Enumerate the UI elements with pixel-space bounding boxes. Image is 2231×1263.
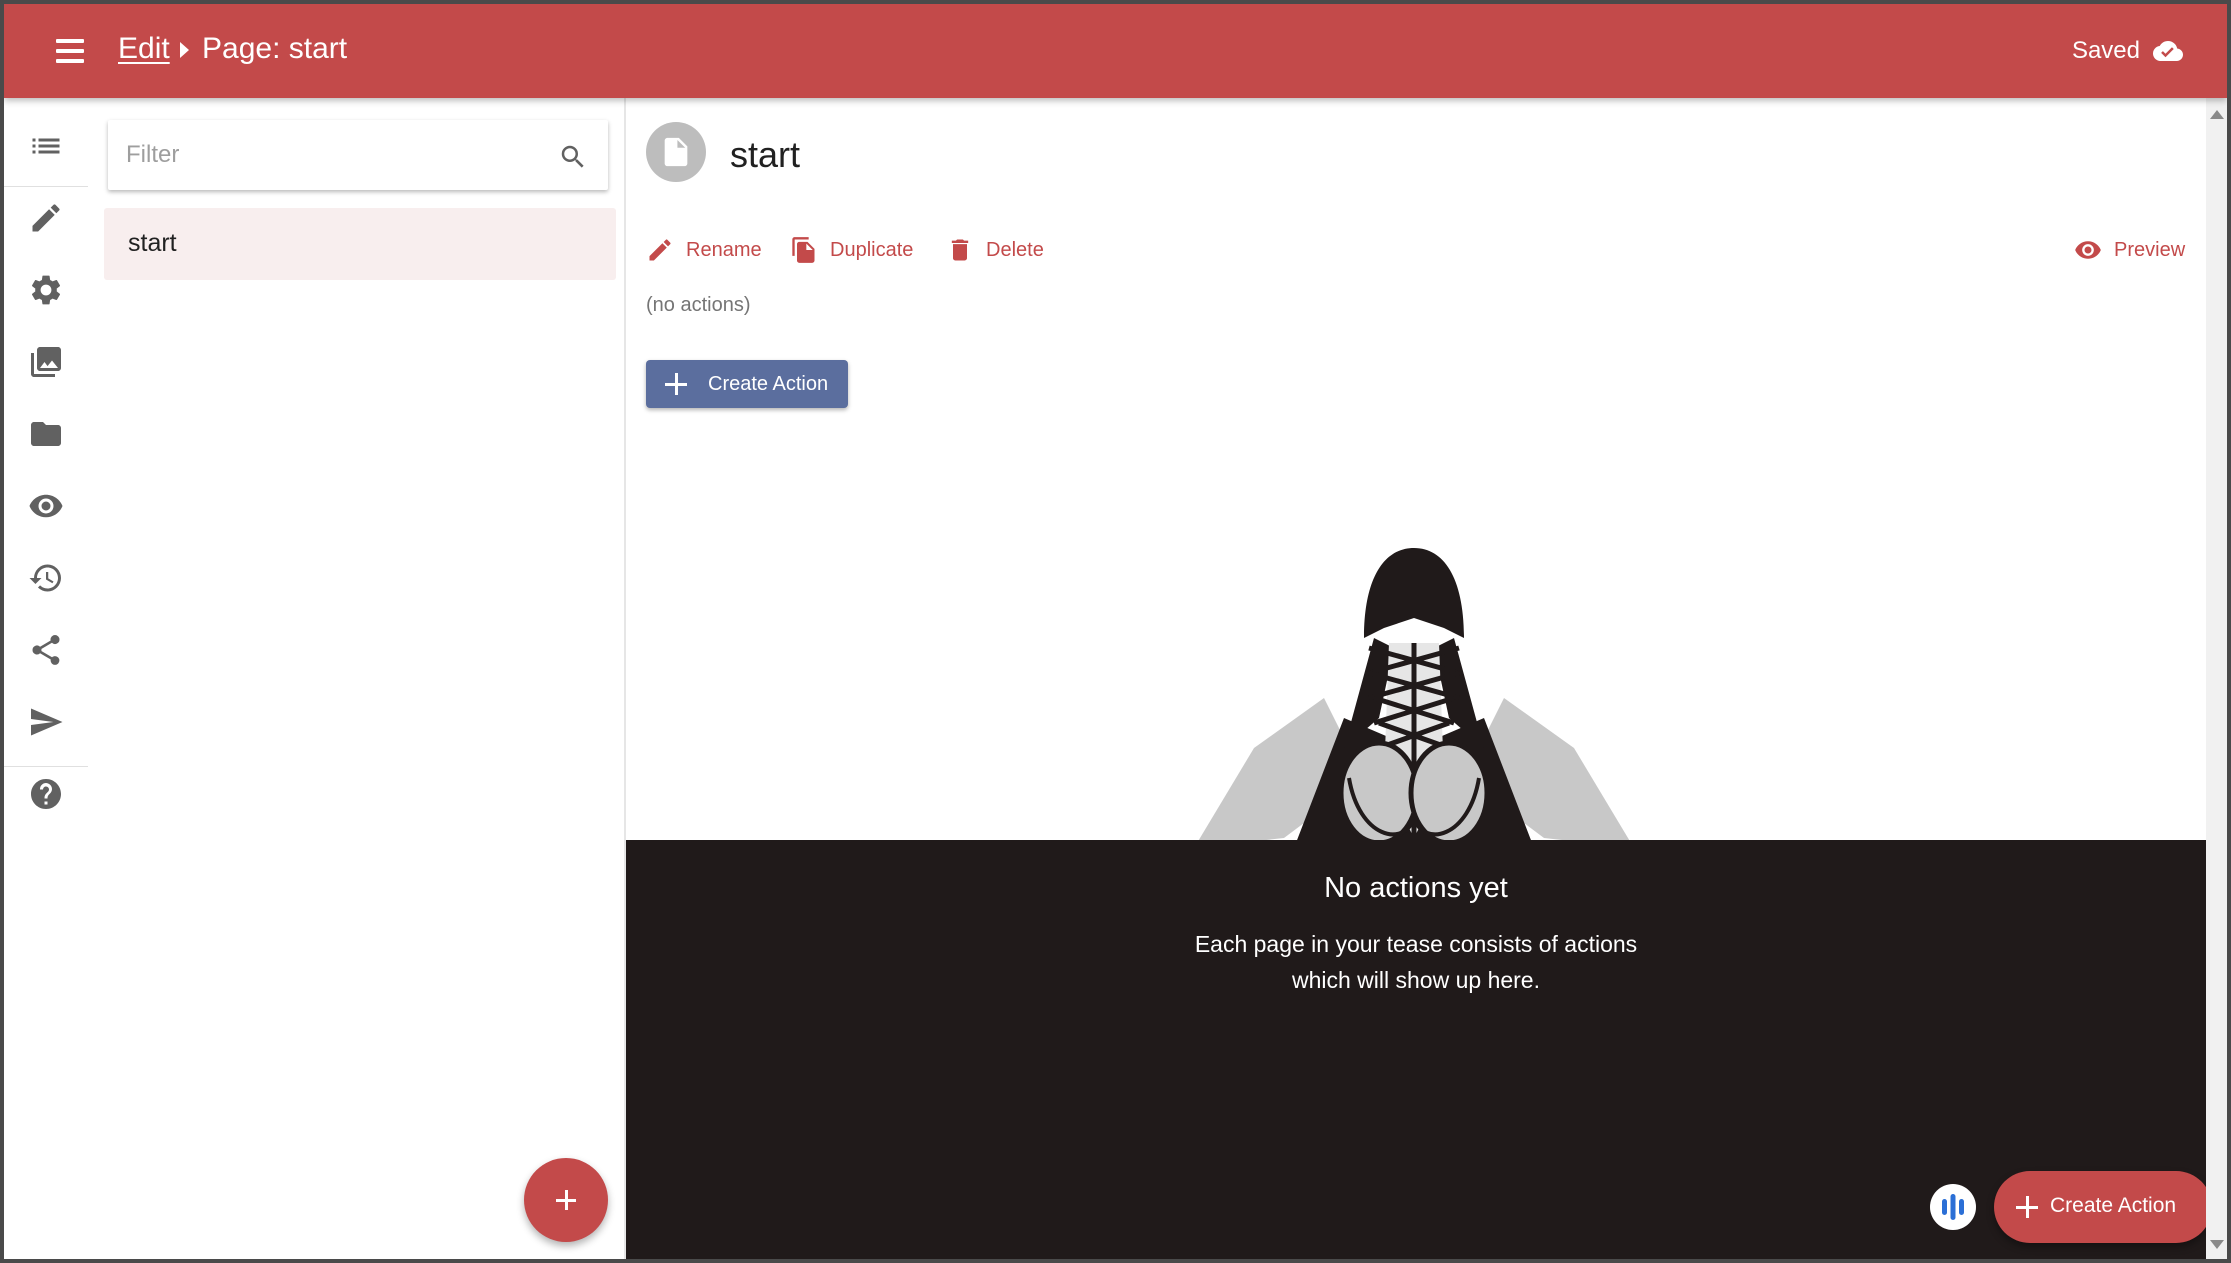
page-editor: start Rename Duplicate Delete Preview (n… [626,98,2212,1259]
create-action-fab-label: Create Action [2050,1194,2177,1217]
page-list-item-label: start [128,229,177,257]
empty-state-description: Each page in your tease consists of acti… [1194,931,1638,993]
delete-button[interactable]: Delete [946,232,1044,268]
page-title: start [730,134,801,175]
hamburger-menu-button[interactable] [52,35,88,67]
app-window: Edit Page: start Saved Filter start star… [4,4,2227,1259]
document-icon [664,137,688,167]
plus-icon [664,372,688,396]
empty-state-illustration [1194,548,1634,848]
save-status-label: Saved [2071,37,2140,64]
audio-bars-icon [1942,1194,1964,1220]
history-icon[interactable] [28,560,64,596]
duplicate-label: Duplicate [830,238,914,261]
vertical-scrollbar[interactable] [2206,98,2227,1259]
folder-icon[interactable] [28,416,64,452]
share-icon[interactable] [28,632,64,668]
no-actions-text: (no actions) [646,294,751,316]
add-page-button[interactable] [524,1158,608,1242]
eye-icon[interactable] [28,488,64,524]
breadcrumb-caret-icon [180,42,189,58]
search-icon[interactable] [558,142,588,172]
empty-state-title: No actions yet [1324,872,1508,904]
eye-icon [2075,241,2101,259]
duplicate-button[interactable]: Duplicate [790,232,913,268]
page-list-item[interactable]: start [104,208,616,280]
create-action-button[interactable]: Create Action [646,360,848,408]
delete-label: Delete [986,238,1044,261]
voice-input-button[interactable] [1930,1184,1976,1230]
gear-icon[interactable] [28,272,64,308]
pencil-icon [649,239,671,261]
copy-icon [792,237,815,263]
page-list-panel: start [88,98,626,1259]
create-action-fab[interactable]: Create Action [1994,1171,2212,1243]
preview-button[interactable]: Preview [2074,232,2185,268]
rename-label: Rename [686,238,762,261]
rail-divider [4,186,88,187]
trash-icon [951,239,969,261]
image-library-icon[interactable] [28,344,64,380]
navigation-rail [4,98,88,1259]
scroll-up-arrow[interactable] [2210,110,2224,119]
rename-button[interactable]: Rename [646,232,762,268]
breadcrumb-page-title: Page: start [202,32,348,65]
app-bar: Edit Page: start Saved [4,4,2227,98]
scroll-down-arrow[interactable] [2210,1240,2224,1249]
plus-icon [2016,1196,2038,1218]
cloud-done-icon [2153,41,2183,61]
help-icon[interactable] [28,776,64,812]
rail-divider [4,766,88,767]
pencil-icon[interactable] [28,200,64,236]
filter-box [108,120,608,190]
create-action-label: Create Action [708,373,829,395]
list-icon[interactable] [28,128,64,164]
preview-label: Preview [2114,238,2186,261]
breadcrumb-edit-link[interactable]: Edit [118,32,170,66]
page-avatar [646,122,706,182]
send-icon[interactable] [28,704,64,740]
filter-input[interactable] [108,120,548,190]
